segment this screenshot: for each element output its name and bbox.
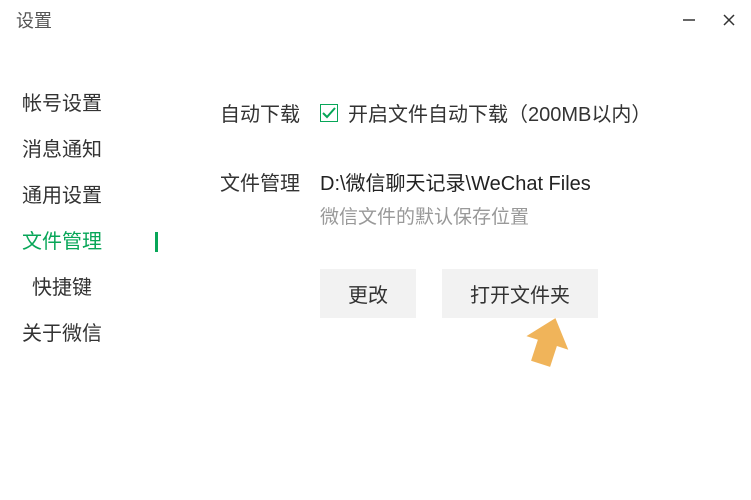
annotation-arrow xyxy=(520,313,576,374)
auto-download-label: 自动下载 xyxy=(220,98,320,127)
main-panel: 自动下载 开启文件自动下载（200MB以内） 文件管理 D:\微信聊天记录\We… xyxy=(140,90,751,348)
window-title: 设置 xyxy=(16,7,52,33)
row-auto-download: 自动下载 开启文件自动下载（200MB以内） xyxy=(220,98,751,127)
auto-download-text: 开启文件自动下载（200MB以内） xyxy=(348,98,651,127)
sidebar-item-about[interactable]: 关于微信 xyxy=(22,320,140,348)
sidebar-item-shortcuts[interactable]: 快捷键 xyxy=(22,274,140,302)
arrow-up-icon xyxy=(520,313,576,369)
auto-download-checkbox[interactable] xyxy=(320,104,338,122)
check-icon xyxy=(322,107,336,119)
file-manage-label: 文件管理 xyxy=(220,167,320,196)
window-controls xyxy=(679,10,739,30)
sidebar-item-files[interactable]: 文件管理 xyxy=(22,228,140,256)
change-button[interactable]: 更改 xyxy=(320,269,416,318)
sidebar-item-notifications[interactable]: 消息通知 xyxy=(22,136,140,164)
auto-download-checkbox-wrap[interactable]: 开启文件自动下载（200MB以内） xyxy=(320,98,751,127)
sidebar-item-general[interactable]: 通用设置 xyxy=(22,182,140,210)
button-row: 更改 打开文件夹 xyxy=(320,269,751,318)
sidebar-item-account[interactable]: 帐号设置 xyxy=(22,90,140,118)
row-file-manage: 文件管理 D:\微信聊天记录\WeChat Files 微信文件的默认保存位置 xyxy=(220,167,751,229)
close-button[interactable] xyxy=(719,10,739,30)
titlebar: 设置 xyxy=(0,0,751,40)
file-manage-body: D:\微信聊天记录\WeChat Files 微信文件的默认保存位置 xyxy=(320,167,751,229)
close-icon xyxy=(722,13,736,27)
auto-download-body: 开启文件自动下载（200MB以内） xyxy=(320,98,751,127)
file-path-hint: 微信文件的默认保存位置 xyxy=(320,202,751,229)
sidebar: 帐号设置 消息通知 通用设置 文件管理 快捷键 关于微信 xyxy=(0,90,140,348)
minimize-icon xyxy=(682,13,696,27)
open-folder-button[interactable]: 打开文件夹 xyxy=(442,269,598,318)
content: 帐号设置 消息通知 通用设置 文件管理 快捷键 关于微信 自动下载 开启文件自动… xyxy=(0,40,751,348)
minimize-button[interactable] xyxy=(679,10,699,30)
file-path: D:\微信聊天记录\WeChat Files xyxy=(320,167,751,196)
